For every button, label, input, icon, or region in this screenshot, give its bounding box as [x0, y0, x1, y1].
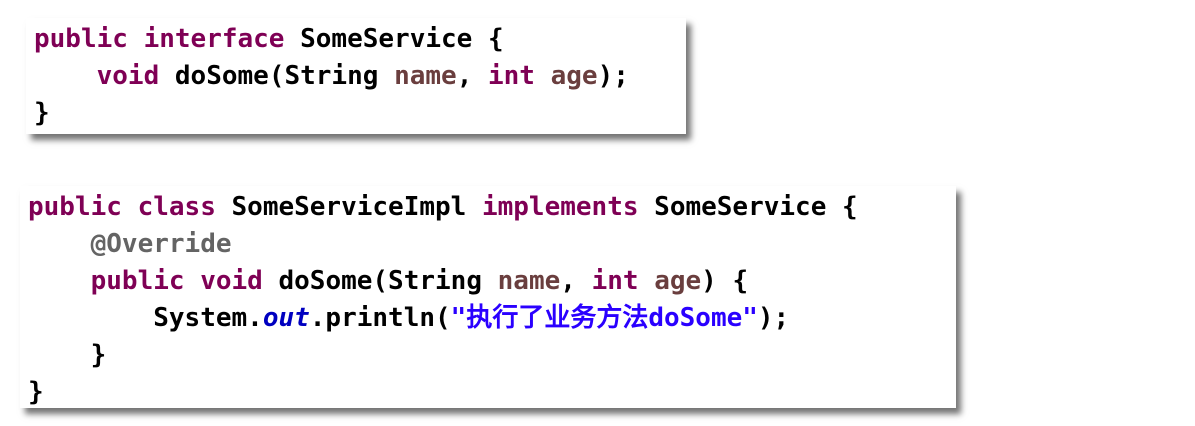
- keyword-class: class: [137, 192, 216, 222]
- statement-end: );: [757, 303, 790, 333]
- method-name: doSome(String: [159, 61, 395, 91]
- keyword-public: public: [28, 192, 122, 222]
- implemented-interface: SomeService {: [638, 192, 858, 222]
- keyword-void: void: [200, 266, 263, 296]
- keyword-implements: implements: [481, 192, 639, 222]
- param-name: name: [394, 61, 457, 91]
- param-age: age: [550, 61, 598, 91]
- interface-code-panel: public interface SomeService { void doSo…: [26, 18, 686, 134]
- code-line-interface-declaration: public interface SomeService {: [34, 21, 504, 58]
- code-line-class-closing-brace: }: [28, 377, 44, 407]
- keyword-void: void: [96, 61, 160, 91]
- code-line-method-signature: public void doSome(String name, int age)…: [28, 263, 749, 300]
- param-separator: ,: [560, 266, 592, 296]
- code-line-class-declaration: public class SomeServiceImpl implements …: [28, 189, 858, 226]
- static-field-out: out: [262, 303, 310, 333]
- method-end: );: [597, 61, 629, 91]
- println-call: .println(: [309, 303, 451, 333]
- code-line-closing-brace: }: [34, 98, 50, 128]
- override-annotation: @Override: [90, 229, 232, 259]
- class-name: SomeServiceImpl: [215, 192, 482, 222]
- code-line-println: System.out.println("执行了业务方法doSome");: [28, 300, 789, 337]
- string-literal: "执行了业务方法doSome": [450, 303, 758, 333]
- param-age: age: [654, 266, 702, 296]
- param-separator: ,: [456, 61, 488, 91]
- interface-name: SomeService {: [284, 24, 504, 54]
- keyword-public: public: [90, 266, 185, 296]
- system-class: System.: [153, 303, 263, 333]
- code-line-method-signature: void doSome(String name, int age);: [34, 58, 629, 95]
- method-open-brace: ) {: [701, 266, 749, 296]
- keyword-public: public: [34, 24, 128, 54]
- code-line-method-closing-brace: }: [28, 337, 107, 374]
- code-line-annotation: @Override: [28, 226, 232, 263]
- method-name: doSome(String: [262, 266, 498, 296]
- impl-code-panel: public class SomeServiceImpl implements …: [20, 186, 956, 408]
- param-name: name: [497, 266, 561, 296]
- keyword-interface: interface: [143, 24, 285, 54]
- keyword-int: int: [591, 266, 639, 296]
- method-closing-brace: }: [90, 340, 107, 370]
- keyword-int: int: [488, 61, 535, 91]
